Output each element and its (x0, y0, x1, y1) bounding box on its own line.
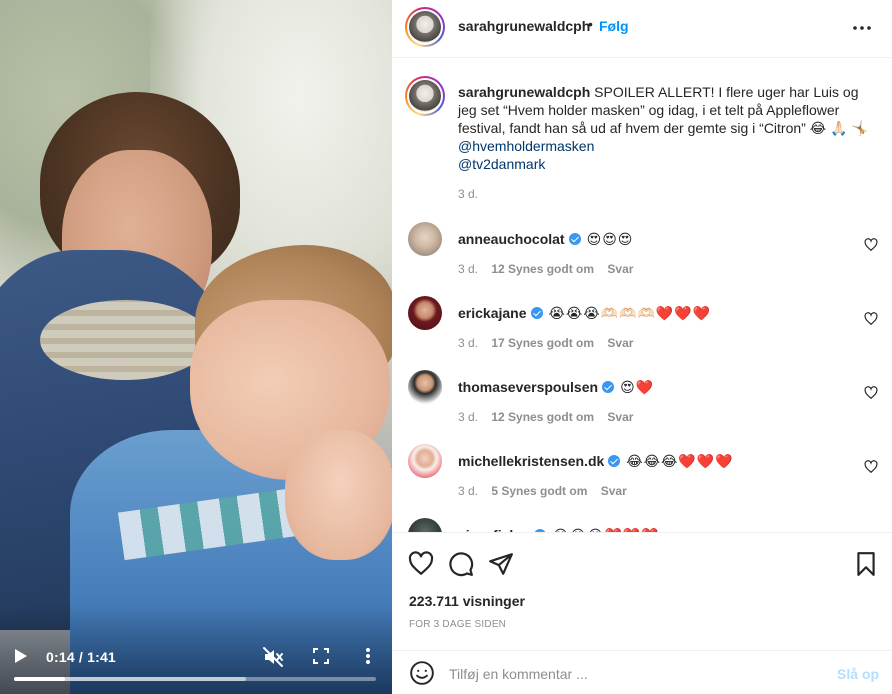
verified-badge-icon (608, 455, 621, 467)
share-paper-plane-icon[interactable] (488, 551, 514, 577)
comment-time: 3 d. (458, 484, 479, 498)
commenter-username[interactable]: thomaseverspoulsen (458, 379, 598, 395)
post-header: sarahgrunewaldcph • Følg (392, 0, 892, 58)
comment-likes[interactable]: 17 Synes godt om (491, 336, 594, 350)
reply-button[interactable]: Svar (607, 336, 633, 350)
comment-text: 😂😂😂❤️❤️❤️ (626, 453, 734, 469)
commenter-username[interactable]: anneauchocolat (458, 231, 565, 247)
more-vertical-icon[interactable] (360, 645, 376, 667)
verified-badge-icon (602, 381, 615, 393)
reply-button[interactable]: Svar (607, 262, 633, 276)
bookmark-icon[interactable] (853, 551, 879, 577)
mention-link[interactable]: @hvemholdermasken (458, 137, 878, 155)
heart-icon[interactable] (864, 386, 878, 400)
comment-item: thomaseverspoulsen 😍❤️ 3 d. 12 Synes godt… (392, 370, 892, 444)
commenter-avatar[interactable] (408, 444, 442, 478)
post-date: FOR 3 DAGE SIDEN (409, 619, 507, 630)
video-progress-bar[interactable] (14, 677, 376, 681)
author-avatar[interactable] (405, 7, 445, 47)
comment-input[interactable] (449, 663, 819, 685)
heart-icon[interactable] (864, 238, 878, 252)
caption-avatar[interactable] (405, 76, 445, 116)
reply-button[interactable]: Svar (607, 410, 633, 424)
video-progress-fill (14, 677, 65, 681)
mention-link[interactable]: @tv2danmark (458, 155, 878, 173)
heart-icon[interactable] (864, 460, 878, 474)
emoji-icon[interactable] (409, 660, 435, 686)
commenter-username[interactable]: michellekristensen.dk (458, 453, 604, 469)
separator-dot: • (588, 16, 593, 32)
like-heart-icon[interactable] (408, 551, 434, 577)
commenter-username[interactable]: erickajane (458, 305, 527, 321)
commenter-avatar[interactable] (408, 222, 442, 256)
commenter-avatar[interactable] (408, 370, 442, 404)
reply-button[interactable]: Svar (601, 484, 627, 498)
comment-time: 3 d. (458, 262, 479, 276)
comment-text: 😍😍😍 (586, 231, 634, 247)
follow-button[interactable]: Følg (599, 18, 629, 34)
comment-time: 3 d. (458, 410, 479, 424)
fullscreen-icon[interactable] (311, 646, 331, 666)
comment-item: anneauchocolat 😍😍😍 3 d. 12 Synes godt om … (392, 222, 892, 296)
comment-bubble-icon[interactable] (448, 551, 474, 577)
comment-item: erickajane 😭😭😭🫶🏻🫶🏻🫶🏻❤️❤️❤️ 3 d. 17 Synes … (392, 296, 892, 370)
author-username[interactable]: sarahgrunewaldcph (458, 18, 590, 34)
comment-likes[interactable]: 5 Synes godt om (491, 484, 587, 498)
video-controls: 0:14 / 1:41 (0, 634, 392, 694)
post-actions: 223.711 visninger FOR 3 DAGE SIDEN (392, 532, 892, 650)
comment-time: 3 d. (458, 336, 479, 350)
play-icon[interactable] (14, 648, 30, 666)
comment-text: 😍❤️ (620, 379, 655, 395)
verified-badge-icon (568, 233, 581, 245)
verified-badge-icon (530, 307, 543, 319)
comment-text: 😭😭😭🫶🏻🫶🏻🫶🏻❤️❤️❤️ (548, 305, 712, 321)
add-comment-bar: Slå op (392, 650, 892, 694)
view-count[interactable]: 223.711 visninger (409, 593, 525, 609)
more-options-icon[interactable] (850, 16, 874, 40)
comment-likes[interactable]: 12 Synes godt om (491, 262, 594, 276)
comment-item: sissefisker😂😂😂❤️❤️❤️ (392, 518, 892, 532)
caption-username[interactable]: sarahgrunewaldcph (458, 84, 590, 100)
caption-timestamp: 3 d. (458, 187, 479, 201)
mute-icon[interactable] (262, 646, 284, 668)
heart-icon[interactable] (864, 312, 878, 326)
commenter-avatar[interactable] (408, 296, 442, 330)
post-panel: sarahgrunewaldcph • Følg sarahgrunewaldc… (392, 0, 892, 694)
video-timecode: 0:14 / 1:41 (46, 649, 116, 665)
comments-list[interactable]: sarahgrunewaldcph SPOILER ALLERT! I fler… (392, 59, 892, 532)
commenter-avatar[interactable] (408, 518, 442, 532)
video-player[interactable]: 0:14 / 1:41 (0, 0, 392, 694)
post-comment-button[interactable]: Slå op (837, 666, 879, 682)
comment-item: michellekristensen.dk 😂😂😂❤️❤️❤️ 3 d. 5 Sy… (392, 444, 892, 518)
comment-likes[interactable]: 12 Synes godt om (491, 410, 594, 424)
